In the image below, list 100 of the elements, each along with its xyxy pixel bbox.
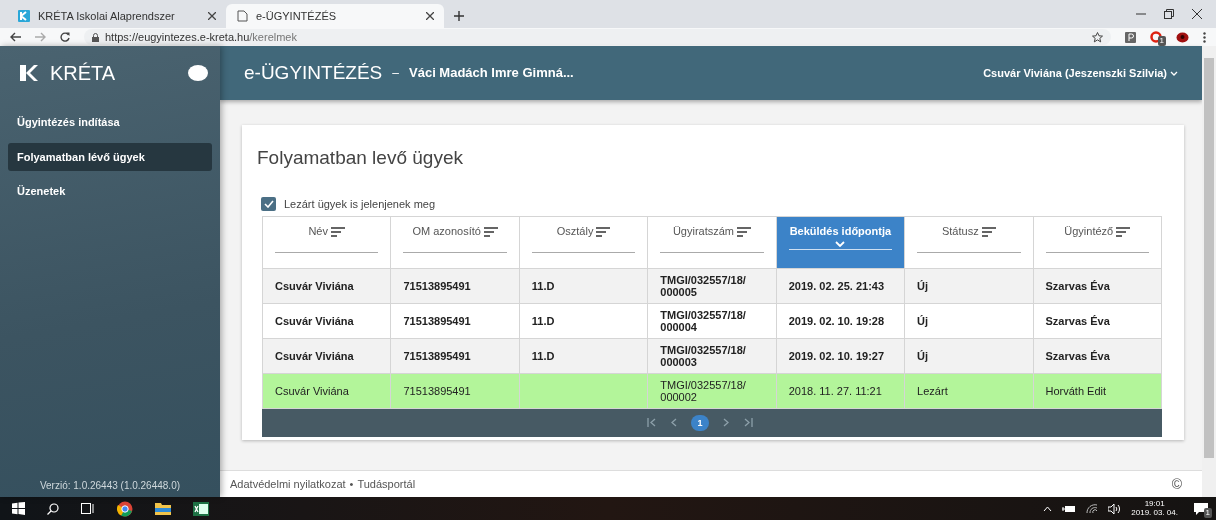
close-icon[interactable] (208, 12, 216, 20)
sidebar-item[interactable]: Folyamatban lévő ügyek (8, 142, 212, 171)
star-icon[interactable] (1092, 31, 1103, 43)
browser-tab[interactable]: KRÉTA Iskolai Alaprendszer (8, 4, 226, 28)
table-cell: 71513895491 (390, 373, 520, 409)
clock-time: 19:01 (1143, 499, 1166, 509)
search-icon[interactable] (47, 502, 59, 515)
column-header[interactable]: Beküldés időpontja (776, 216, 905, 269)
extension-badge: 1 (1157, 36, 1166, 46)
column-header[interactable]: Ügyiratszám (647, 216, 777, 269)
table-cell: 2019. 02. 25. 21:43 (776, 268, 905, 304)
table-cell: Csuvár Viviána (262, 268, 391, 304)
battery-icon[interactable] (1062, 504, 1077, 513)
back-arrow-icon[interactable] (10, 32, 21, 42)
column-header[interactable]: Név (262, 216, 391, 269)
table-cell: Szarvas Éva (1033, 303, 1162, 339)
table-cell: Csuvár Viviána (262, 338, 391, 374)
new-tab-icon[interactable] (454, 11, 464, 21)
app-title: e-ÜGYINTÉZÉS (244, 60, 383, 85)
column-header[interactable]: Státusz (904, 216, 1034, 269)
table-cell: TMGI/032557/18/ 000002 (647, 373, 777, 409)
browser-icon[interactable] (117, 500, 133, 517)
table-cell: 71513895491 (390, 268, 520, 304)
spreadsheet-icon[interactable] (193, 501, 209, 516)
page-button[interactable]: 1 (691, 414, 709, 431)
reload-icon[interactable] (60, 32, 70, 42)
footer-link[interactable]: Tudásportál (357, 475, 416, 493)
wifi-icon[interactable] (1086, 504, 1099, 513)
sort-icon (596, 226, 611, 237)
lock-icon (92, 32, 99, 42)
table-cell: Szarvas Éva (1033, 338, 1162, 374)
table-cell: 2019. 02. 10. 19:27 (776, 338, 905, 374)
logo-icon (18, 10, 30, 22)
column-header[interactable]: OM azonosító (390, 216, 520, 269)
speaker-icon[interactable] (1108, 503, 1122, 514)
page-title: Folyamatban levő ügyek (257, 147, 464, 170)
last-page-icon[interactable] (743, 418, 753, 428)
table-cell: 11.D (519, 303, 648, 339)
next-page-icon[interactable] (721, 418, 731, 428)
table-cell: Lezárt (904, 373, 1034, 409)
table-cell: 11.D (519, 268, 648, 304)
table-cell: Csuvár Viviána (262, 373, 391, 409)
first-page-icon[interactable] (647, 418, 657, 428)
column-header[interactable]: Osztály (519, 216, 648, 269)
column-header[interactable]: Ügyintéző (1033, 216, 1162, 269)
browser-tab[interactable]: e-ÜGYINTÉZÉS (226, 4, 444, 28)
sidebar-item[interactable]: Üzenetek (8, 177, 212, 206)
sort-icon (331, 226, 345, 237)
restore-icon[interactable] (1164, 9, 1174, 19)
table-cell: 2018. 11. 27. 11:21 (776, 373, 905, 409)
table-cell: Új (904, 268, 1034, 304)
url-text: https://eugyintezes.e-kreta.hu/kerelmek (105, 29, 297, 45)
sort-icon (1116, 226, 1131, 237)
profile-icon[interactable] (1176, 31, 1189, 43)
separator-text: – (392, 65, 399, 82)
logo-text: KRÉTA (50, 61, 116, 86)
sidebar-item[interactable]: Ügyintézés indítása (8, 108, 212, 137)
version-text: Verzió: 1.0.26443 (1.0.26448.0) (38, 479, 182, 493)
circle-icon (1150, 31, 1162, 43)
toggle-dot[interactable] (188, 65, 208, 81)
checkbox-label: Lezárt ügyek is jelenjenek meg (284, 196, 436, 212)
table-cell: 71513895491 (390, 338, 520, 374)
table-cell: TMGI/032557/18/ 000003 (647, 338, 777, 374)
chevron-down-icon (835, 240, 846, 247)
close-icon[interactable] (1192, 9, 1202, 19)
logo-icon (20, 65, 38, 81)
table-cell: 71513895491 (390, 303, 520, 339)
chevron-up-icon[interactable] (1043, 505, 1053, 512)
copyright-text: © (1171, 474, 1182, 494)
page-icon (236, 10, 248, 22)
menu-icon[interactable] (1203, 31, 1206, 43)
footer-link[interactable]: Adatvédelmi nyilatkozat (230, 475, 346, 493)
table-cell: 11.D (519, 338, 648, 374)
sort-icon (483, 226, 498, 237)
task-view-icon[interactable] (81, 503, 95, 514)
clock-date: 2019. 03. 04. (1131, 508, 1178, 518)
extension-icon[interactable] (1125, 31, 1136, 43)
address-bar[interactable]: https://eugyintezes.e-kreta.hu/kerelmek (84, 29, 1111, 45)
windows-icon[interactable] (12, 502, 25, 515)
previous-page-icon[interactable] (669, 418, 679, 428)
table-cell: TMGI/032557/18/ 000005 (647, 268, 777, 304)
school-name: Váci Madách Imre Gimná... (409, 64, 574, 83)
close-icon[interactable] (426, 12, 434, 20)
chevron-down-icon (1170, 70, 1178, 76)
checkbox[interactable] (261, 197, 276, 212)
notification-icon[interactable]: 1 (1194, 502, 1208, 515)
user-menu[interactable]: Csuvár Viviána (Jeszenszki Szilvia) (977, 63, 1184, 83)
separator-dot: • (349, 476, 354, 492)
table-cell: TMGI/032557/18/ 000004 (647, 303, 777, 339)
sort-icon (981, 226, 996, 237)
sort-icon (737, 226, 752, 237)
folder-icon[interactable] (155, 502, 171, 515)
table-cell: Horváth Edit (1033, 373, 1162, 409)
table-cell: Új (904, 338, 1034, 374)
table-cell: Szarvas Éva (1033, 268, 1162, 304)
scrollbar[interactable] (1202, 46, 1216, 497)
extension-icon[interactable]: 1 (1150, 31, 1162, 43)
notification-badge: 1 (1203, 507, 1212, 518)
table-cell: Csuvár Viviána (262, 303, 391, 339)
table-cell: Új (904, 303, 1034, 339)
